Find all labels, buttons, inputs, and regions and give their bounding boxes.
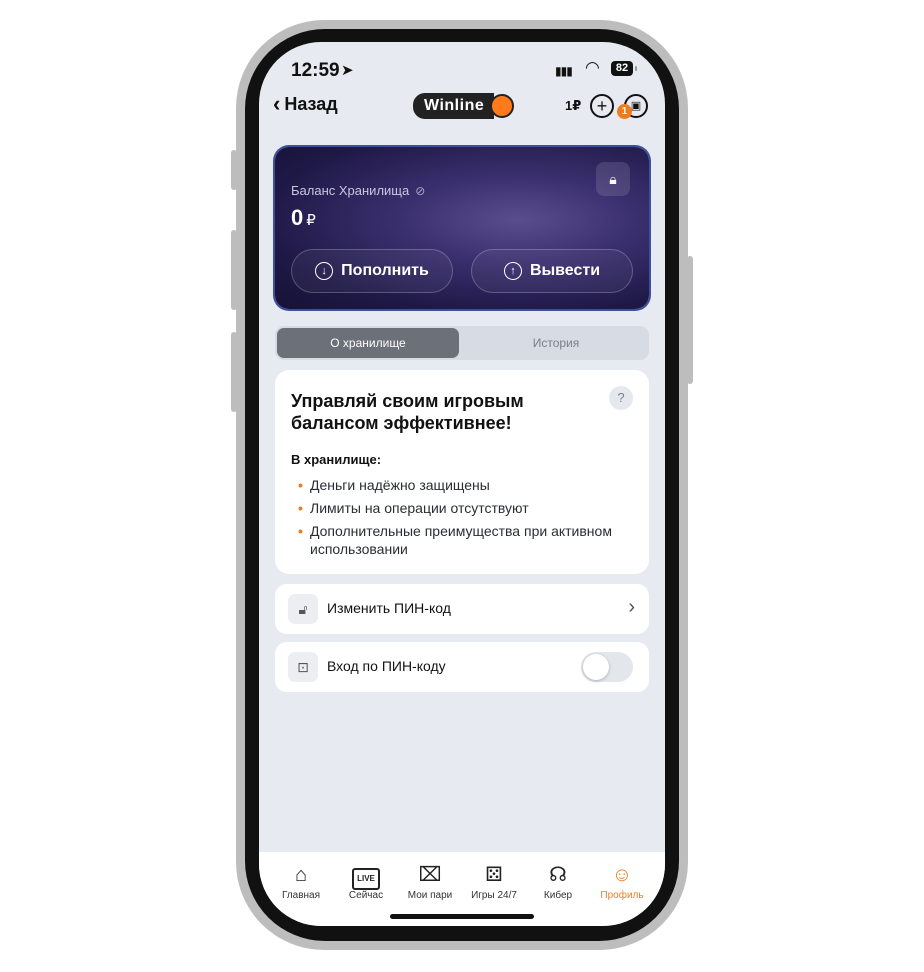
deposit-button[interactable]: ↓ Пополнить [291, 249, 453, 293]
tab-label: Игры 24/7 [471, 890, 517, 901]
safe-icon: ⊡ [288, 652, 318, 682]
winline-logo: Winline [413, 93, 515, 119]
tab-home[interactable]: ⌂ Главная [270, 862, 332, 901]
cellular-signal-icon: ▮▮▮ [555, 64, 573, 78]
help-icon[interactable]: ? [609, 386, 633, 410]
vault-balance-card: 🔒︎ Баланс Хранилища ⊘ 0 ₽ ↓ Пополнить ↑ Вы… [275, 147, 649, 309]
tab-live[interactable]: LIVE Сейчас [335, 862, 397, 901]
status-time: 12:59 [291, 60, 340, 81]
location-arrow-icon: ➤ [341, 62, 354, 79]
back-button[interactable]: ‹ Назад [273, 90, 338, 116]
volume-down-button [231, 332, 237, 412]
lock-button[interactable]: 🔒︎ [596, 162, 630, 196]
power-button [687, 256, 693, 384]
tab-label: Профиль [600, 890, 644, 901]
wifi-icon: ◠ [585, 58, 600, 77]
logo-text: Winline [413, 93, 495, 119]
amount-value: 0 [291, 205, 304, 230]
add-funds-icon[interactable]: + [590, 94, 614, 118]
pin-login-toggle[interactable] [581, 652, 633, 682]
chevron-right-icon: › [628, 596, 635, 618]
deposit-label: Пополнить [341, 262, 429, 279]
tab-cyber[interactable]: ☊ Кибер [527, 862, 589, 901]
live-badge: LIVE [352, 868, 380, 890]
screen: 12:59 ➤ ▮▮▮ ◠ 82 ‹ Назад Winline 1₽ + ▣ … [259, 42, 665, 926]
vault-balance-title: Баланс Хранилища [291, 183, 410, 198]
gamepad-icon: ☊ [549, 864, 567, 886]
segmented-control: О хранилище История [275, 326, 649, 360]
tab-label: Мои пари [407, 890, 453, 901]
vault-info-card: Управляй своим игровым балансом эффектив… [275, 370, 649, 574]
change-pin-label: Изменить ПИН-код [327, 600, 451, 616]
lock-icon: 🔒︎ [609, 171, 617, 187]
notification-badge: 1 [617, 104, 632, 119]
arrow-up-circle-icon: ↑ [503, 262, 522, 280]
tab-my-bets[interactable]: ⌧ Мои пари [399, 862, 461, 901]
ticket-icon: ⌧ [418, 864, 442, 886]
tab-profile[interactable]: ☺ Профиль [591, 862, 653, 901]
home-indicator[interactable] [390, 914, 534, 919]
home-icon: ⌂ [294, 864, 308, 886]
toggle-knob [583, 654, 609, 680]
vault-balance-label: Баланс Хранилища ⊘ [291, 183, 425, 198]
lock-icon: 🔓︎ [288, 594, 318, 624]
info-heading: Управляй своим игровым балансом эффектив… [291, 391, 524, 433]
top-nav: ‹ Назад Winline 1₽ + ▣ 1 [259, 90, 665, 120]
info-subheading: В хранилище: [291, 452, 382, 467]
tab-history[interactable]: История [465, 328, 647, 358]
profile-icon: ☺ [611, 864, 633, 886]
live-icon: LIVE [335, 862, 397, 890]
tab-about-vault[interactable]: О хранилище [277, 328, 459, 358]
logo-dot [490, 94, 515, 118]
back-label: Назад [284, 94, 338, 114]
header-balance[interactable]: 1₽ [565, 98, 581, 114]
arrow-down-circle-icon: ↓ [315, 262, 334, 280]
volume-up-button [231, 230, 237, 310]
withdraw-label: Вывести [529, 262, 601, 279]
change-pin-row[interactable]: 🔓︎ Изменить ПИН-код › [275, 584, 649, 634]
status-bar: 12:59 ➤ ▮▮▮ ◠ 82 [259, 42, 665, 94]
tab-label: Сейчас [348, 890, 384, 901]
vault-balance-amount: 0 ₽ [291, 205, 316, 231]
pin-login-label: Вход по ПИН-коду [327, 658, 446, 674]
withdraw-button[interactable]: ↑ Вывести [471, 249, 633, 293]
pin-login-row: ⊡ Вход по ПИН-коду [275, 642, 649, 692]
dice-icon: ⚄ [485, 864, 503, 886]
benefits-list: Деньги надёжно защищены Лимиты на операц… [291, 476, 631, 563]
tab-label: Кибер [543, 890, 573, 901]
hidden-eye-icon[interactable]: ⊘ [415, 184, 425, 198]
tab-games[interactable]: ⚄ Игры 24/7 [463, 862, 525, 901]
tab-label: Главная [281, 890, 321, 901]
currency-symbol: ₽ [306, 212, 316, 229]
list-item: Деньги надёжно защищены [291, 476, 631, 494]
list-item: Лимиты на операции отсутствуют [291, 499, 631, 517]
battery-tip [635, 66, 637, 71]
chevron-left-icon: ‹ [273, 90, 281, 116]
battery-icon: 82 [611, 61, 633, 76]
list-item: Дополнительные преимущества при активном… [291, 522, 631, 558]
mute-switch [231, 150, 237, 190]
